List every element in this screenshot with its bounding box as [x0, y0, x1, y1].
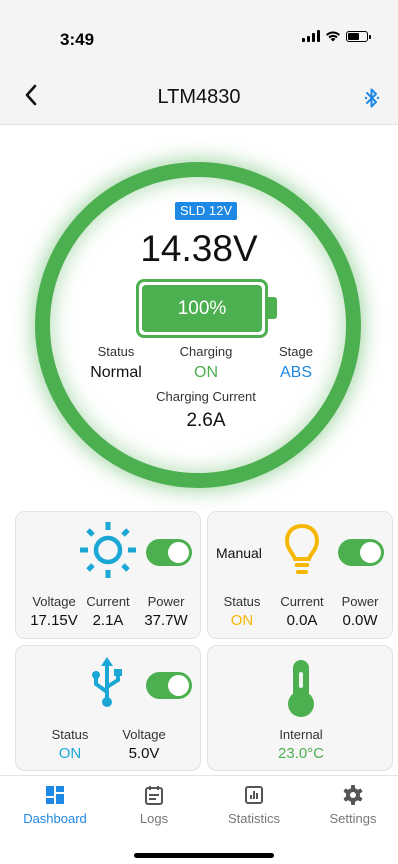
usb-status-value: ON [58, 745, 82, 762]
usb-voltage-value: 5.0V [128, 745, 160, 762]
usb-status-label: Status [51, 727, 89, 742]
stage-label: Stage [279, 344, 313, 359]
temperature-card: Internal 23.0°C [207, 645, 393, 771]
battery-status-icon [346, 30, 371, 42]
solar-power-value: 37.7W [144, 612, 188, 629]
chart-icon [245, 786, 263, 804]
load-card: Manual Status ON Current 0.0A Power 0.0W [207, 511, 393, 639]
load-power-value: 0.0W [342, 612, 378, 629]
sun-icon [80, 522, 136, 578]
battery-type-badge: SLD 12V [175, 202, 237, 220]
solar-voltage-label: Voltage [32, 594, 76, 609]
solar-toggle[interactable] [146, 539, 192, 566]
gear-icon [343, 785, 363, 805]
wifi-icon [326, 31, 340, 42]
status-label: Status [97, 344, 135, 359]
load-status-value: ON [230, 612, 254, 629]
status-icons [302, 30, 371, 42]
charging-current-label: Charging Current [156, 389, 256, 404]
tab-label: Logs [139, 811, 169, 826]
battery-gauge: 100% [136, 279, 268, 338]
charging-current-value: 2.6A [186, 410, 226, 431]
page-title: LTM4830 [157, 86, 241, 108]
lightbulb-icon [284, 523, 320, 574]
charging-label: Charging [179, 344, 233, 359]
internal-temp-value: 23.0°C [277, 745, 325, 762]
tab-label: Dashboard [23, 811, 87, 826]
thermometer-icon [288, 660, 314, 717]
load-power-label: Power [341, 594, 379, 609]
tab-label: Settings [329, 811, 377, 826]
home-indicator [134, 853, 274, 858]
load-toggle[interactable] [338, 539, 384, 566]
calendar-icon [145, 786, 163, 805]
stage-value: ABS [279, 364, 312, 381]
load-current-value: 0.0A [286, 612, 318, 629]
bluetooth-icon[interactable] [364, 86, 380, 110]
signal-icon [302, 30, 320, 42]
load-mode-label[interactable]: Manual [216, 545, 270, 561]
tab-label: Statistics [227, 811, 280, 826]
dashboard-icon [46, 786, 64, 804]
battery-level: 100% [142, 285, 262, 332]
solar-voltage-value: 17.15V [30, 612, 78, 629]
battery-voltage: 14.38V [140, 228, 258, 269]
tab-bar: Dashboard Logs Statistics Settings [0, 775, 398, 864]
usb-voltage-label: Voltage [122, 727, 166, 742]
usb-card: Status ON Voltage 5.0V [15, 645, 201, 771]
battery-gauge-cap [268, 297, 277, 319]
solar-current-value: 2.1A [92, 612, 124, 629]
solar-card: Voltage 17.15V Current 2.1A Power 37.7W [15, 511, 201, 639]
internal-temp-label: Internal [279, 727, 323, 742]
usb-toggle[interactable] [146, 672, 192, 699]
load-status-label: Status [223, 594, 261, 609]
charging-value: ON [194, 364, 218, 381]
status-value: Normal [90, 364, 142, 381]
top-bar: 3:49 LTM4830 [0, 0, 398, 125]
solar-current-label: Current [86, 594, 130, 609]
solar-power-label: Power [147, 594, 185, 609]
load-current-label: Current [280, 594, 324, 609]
usb-icon [92, 657, 122, 707]
status-time: 3:49 [60, 30, 95, 49]
